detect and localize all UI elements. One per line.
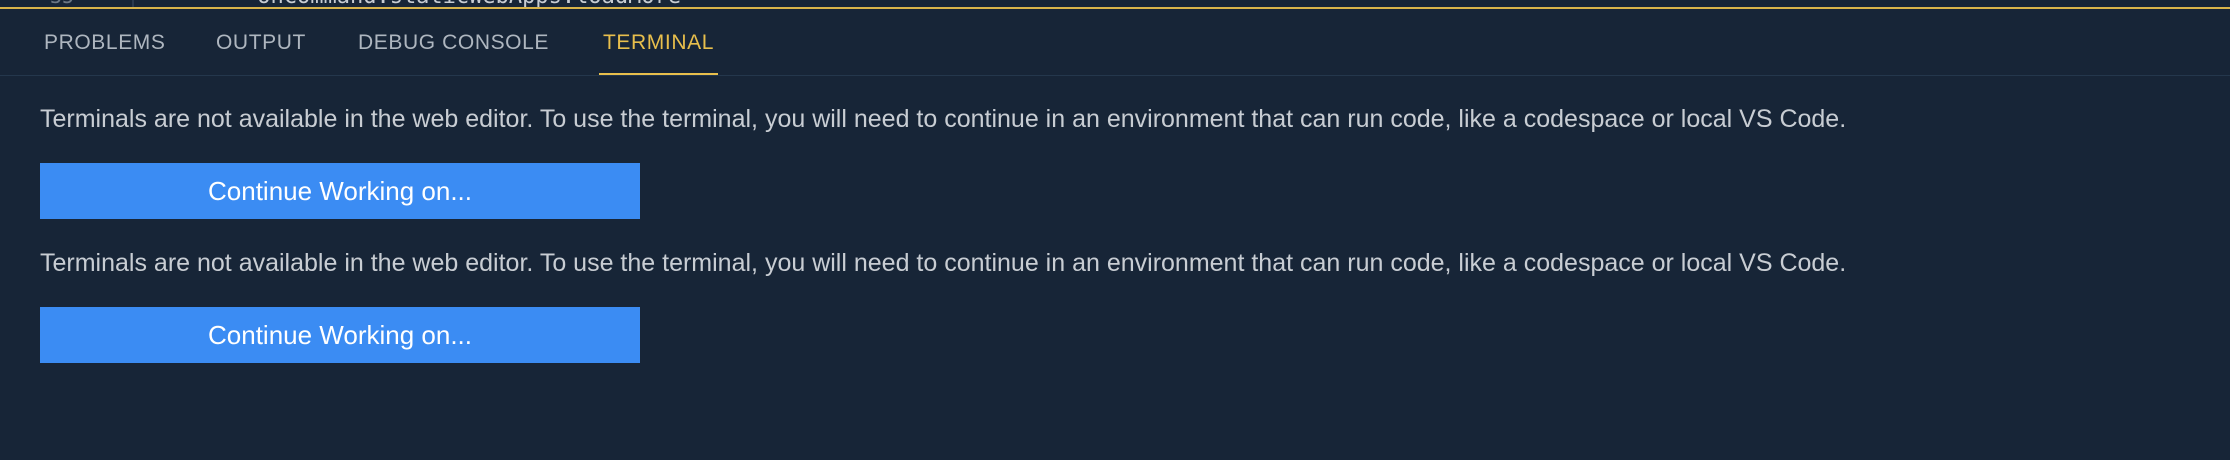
tab-problems[interactable]: PROBLEMS [44,9,166,75]
tab-debug-console[interactable]: DEBUG CONSOLE [358,9,549,75]
bottom-panel: PROBLEMS OUTPUT DEBUG CONSOLE TERMINAL T… [0,9,2230,460]
terminal-unavailable-message: Terminals are not available in the web e… [40,249,1847,277]
terminal-unavailable-message: Terminals are not available in the web e… [40,105,1847,133]
tab-terminal[interactable]: TERMINAL [599,9,718,75]
continue-working-on-button[interactable]: Continue Working on... [40,307,640,363]
tab-output[interactable]: OUTPUT [216,9,306,75]
panel-tab-bar: PROBLEMS OUTPUT DEBUG CONSOLE TERMINAL [0,9,2230,76]
continue-working-on-button[interactable]: Continue Working on... [40,163,640,219]
